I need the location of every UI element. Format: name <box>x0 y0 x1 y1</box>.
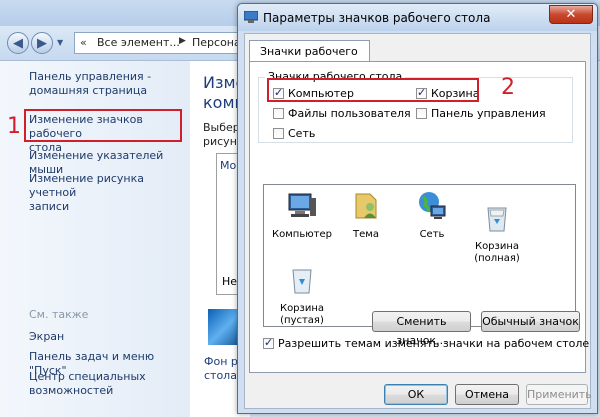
icon-label: Корзина (пустая) <box>279 303 325 326</box>
desktop-background-link[interactable]: Фон р стола <box>204 355 238 383</box>
list-item-recycle-bin-empty[interactable]: Корзина (пустая) <box>267 252 337 339</box>
icon-label: Тема <box>353 229 379 240</box>
close-icon[interactable]: ✕ <box>549 5 593 24</box>
address-bar[interactable]: « Все элемент... ▶ Персона <box>74 32 244 54</box>
dialog-title: Параметры значков рабочего стола <box>263 11 491 25</box>
icon-label: Сеть <box>419 229 445 240</box>
checkbox-control-panel[interactable]: Панель управления <box>416 107 546 120</box>
breadcrumb-separator-icon[interactable]: ▶ <box>179 36 186 46</box>
checkbox-checked-icon[interactable] <box>263 336 274 349</box>
checkbox-label: Файлы пользователя <box>288 107 411 120</box>
see-also-header: См. также <box>29 308 89 321</box>
change-account-picture-link[interactable]: Изменение рисунка учетной записи <box>29 172 190 214</box>
desktop-icon-settings-dialog: Параметры значков рабочего стола ✕ Значк… <box>237 3 598 414</box>
forward-arrow-icon[interactable]: ▶ <box>31 32 53 54</box>
desktop-icons-listview[interactable]: Компьютер Тема Сеть Корзина (полная) Кор… <box>263 184 576 327</box>
back-arrow-icon[interactable]: ◀ <box>7 32 29 54</box>
change-icon-button[interactable]: Сменить значок... <box>372 311 471 347</box>
dialog-titlebar: Параметры значков рабочего стола ✕ <box>238 4 597 31</box>
recycle-bin-full-icon <box>487 207 507 232</box>
checkbox-label: Сеть <box>288 127 316 140</box>
computer-icon <box>288 193 316 217</box>
display-settings-icon <box>244 11 258 23</box>
list-item-theme[interactable]: Тема <box>331 190 401 241</box>
checkbox-unchecked-icon[interactable] <box>273 128 284 139</box>
checkbox-label: Разрешить темам изменять значки на рабоч… <box>278 337 590 350</box>
history-dropdown-icon[interactable]: ▼ <box>57 38 67 48</box>
user-folder-icon <box>355 193 377 219</box>
highlight-box-2 <box>267 78 479 102</box>
list-item-computer[interactable]: Компьютер <box>267 190 337 241</box>
cancel-button[interactable]: Отмена <box>455 384 519 405</box>
control-panel-home-link[interactable]: Панель управления - домашняя страница <box>29 70 151 98</box>
ease-of-access-link[interactable]: Центр специальных возможностей <box>29 370 146 398</box>
checkbox-unchecked-icon[interactable] <box>273 108 284 119</box>
recycle-bin-empty-icon <box>292 269 312 294</box>
address-overflow-icon[interactable]: « <box>80 36 87 49</box>
list-item-network[interactable]: Сеть <box>397 190 467 241</box>
apply-button[interactable]: Применить <box>526 384 592 405</box>
breadcrumb-all-items[interactable]: Все элемент... <box>97 36 180 49</box>
theme-caption: Не <box>222 275 238 288</box>
network-globe-icon <box>419 192 446 219</box>
tab-desktop-icons[interactable]: Значки рабочего стола <box>249 40 370 71</box>
list-item-recycle-bin-full[interactable]: Корзина (полная) <box>462 190 532 277</box>
checkbox-network[interactable]: Сеть <box>273 127 315 140</box>
checkbox-user-files[interactable]: Файлы пользователя <box>273 107 411 120</box>
breadcrumb-personalization[interactable]: Персона <box>192 36 241 49</box>
restore-default-icon-button[interactable]: Обычный значок <box>481 311 580 332</box>
highlight-box-1 <box>24 109 182 142</box>
display-link[interactable]: Экран <box>29 330 64 344</box>
step-marker-1: 1 <box>7 114 21 139</box>
ok-button[interactable]: ОК <box>384 384 448 405</box>
icon-label: Корзина (полная) <box>474 241 520 264</box>
allow-themes-checkbox[interactable]: Разрешить темам изменять значки на рабоч… <box>263 336 590 350</box>
checkbox-label: Панель управления <box>431 107 546 120</box>
checkbox-unchecked-icon[interactable] <box>416 108 427 119</box>
step-marker-2: 2 <box>501 75 515 100</box>
icon-label: Компьютер <box>272 229 332 240</box>
